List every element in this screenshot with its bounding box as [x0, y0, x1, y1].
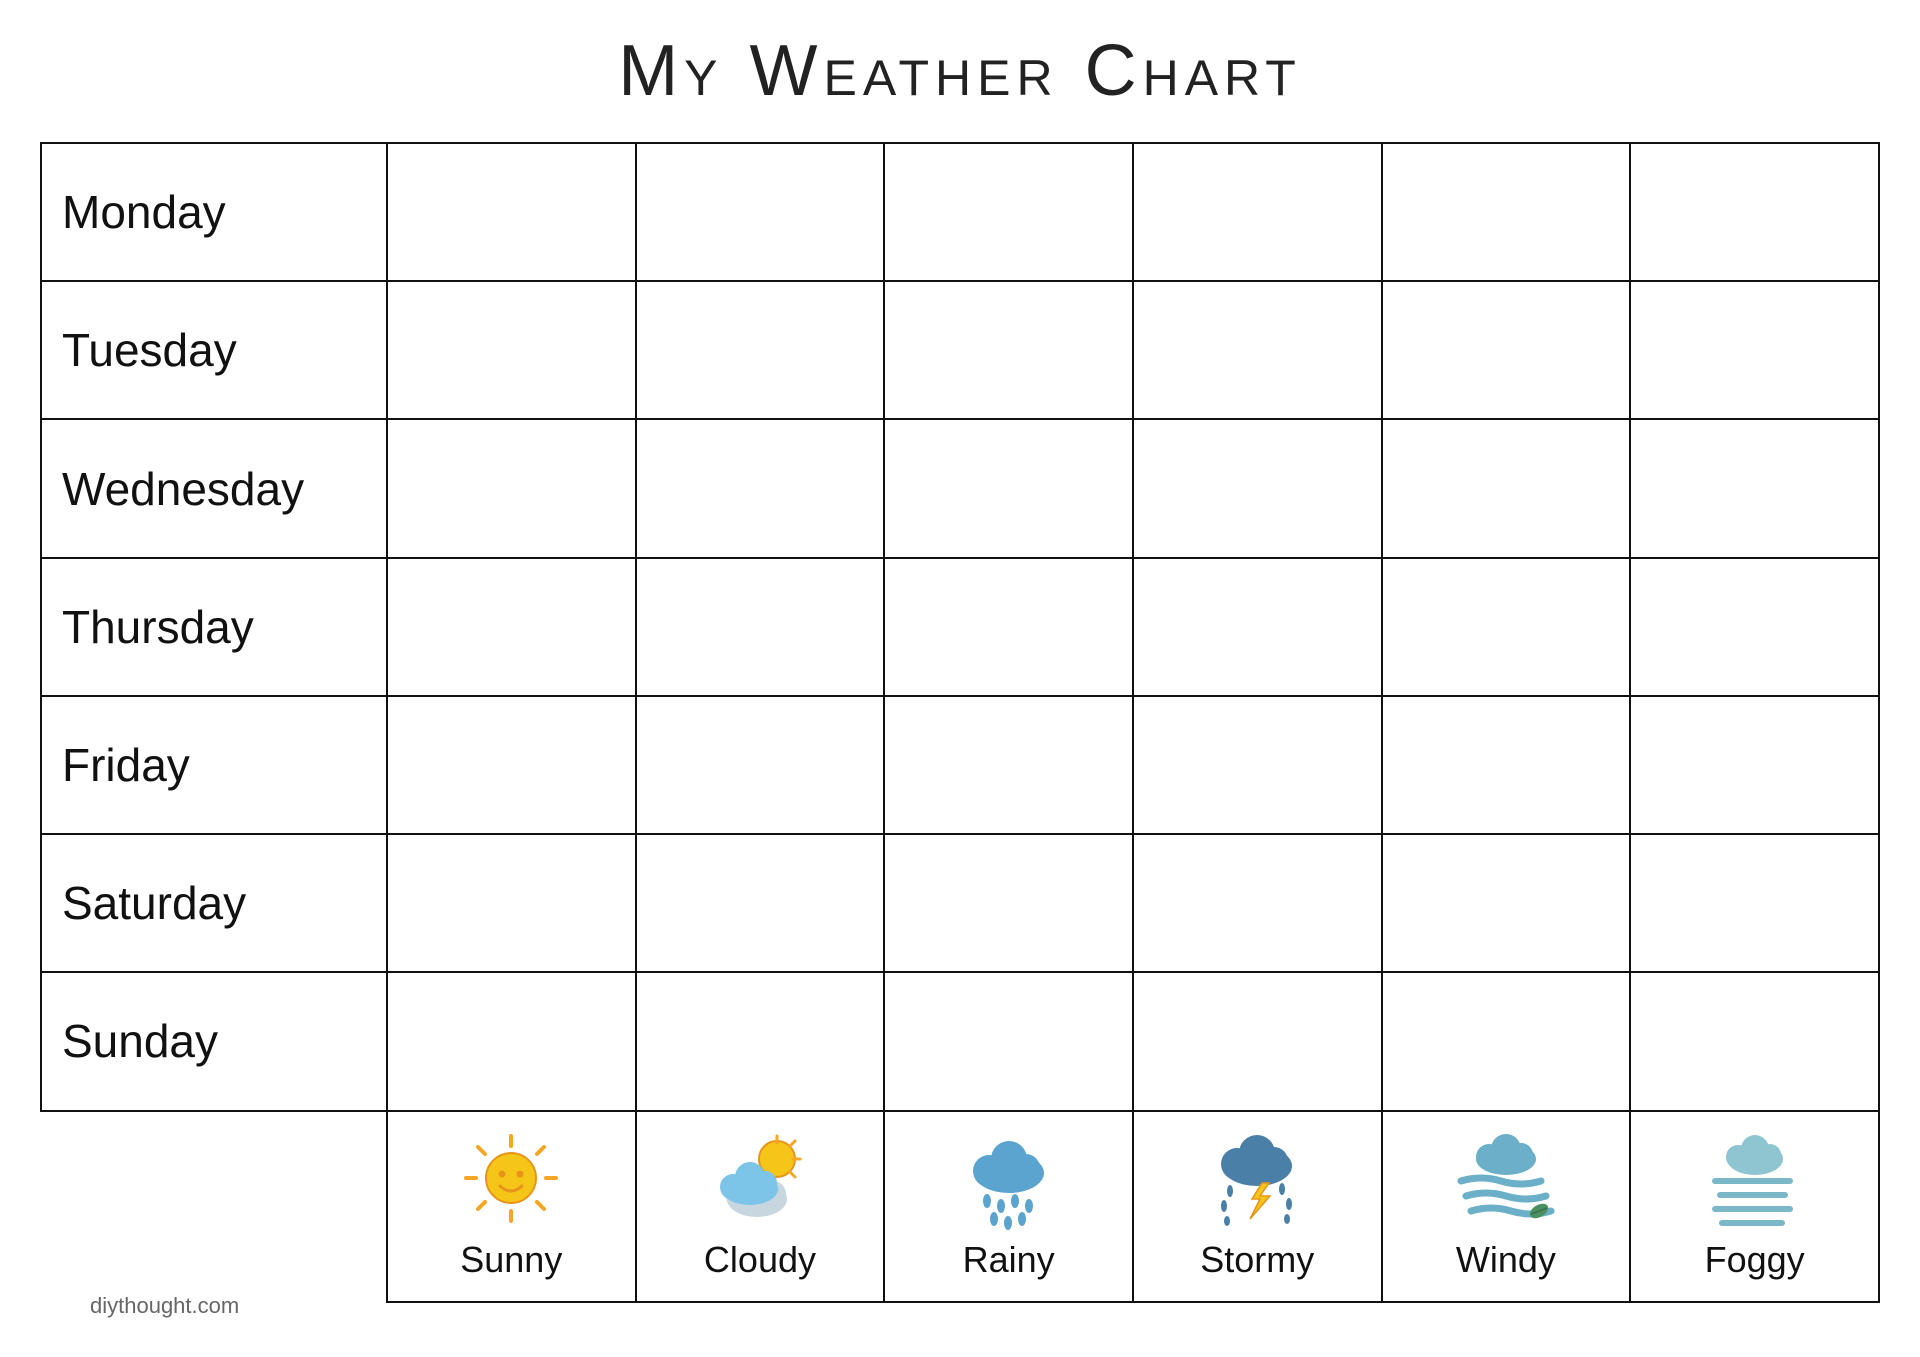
rainy-icon	[954, 1131, 1064, 1231]
thursday-cell-5	[1382, 558, 1631, 696]
tuesday-cell-6	[1630, 281, 1879, 419]
windy-icon-cell: Windy	[1382, 1111, 1631, 1302]
sunday-cell-4	[1133, 972, 1382, 1110]
sunday-cell-2	[636, 972, 885, 1110]
stormy-icon-wrapper: Stormy	[1134, 1112, 1381, 1301]
table-row: Thursday	[41, 558, 1879, 696]
day-sunday: Sunday	[41, 972, 387, 1110]
foggy-icon	[1700, 1131, 1810, 1231]
foggy-label: Foggy	[1705, 1239, 1805, 1281]
friday-cell-4	[1133, 696, 1382, 834]
wednesday-cell-2	[636, 419, 885, 557]
cloudy-icon	[705, 1131, 815, 1231]
cloudy-label: Cloudy	[704, 1239, 816, 1281]
friday-cell-5	[1382, 696, 1631, 834]
windy-icon-wrapper: Windy	[1383, 1112, 1630, 1301]
monday-cell-2	[636, 143, 885, 281]
day-tuesday: Tuesday	[41, 281, 387, 419]
tuesday-cell-1	[387, 281, 636, 419]
day-thursday: Thursday	[41, 558, 387, 696]
saturday-cell-1	[387, 834, 636, 972]
friday-cell-2	[636, 696, 885, 834]
table-row: Friday	[41, 696, 1879, 834]
monday-cell-6	[1630, 143, 1879, 281]
sunday-cell-1	[387, 972, 636, 1110]
stormy-label: Stormy	[1200, 1239, 1314, 1281]
sunny-label: Sunny	[460, 1239, 562, 1281]
foggy-icon-cell: Foggy	[1630, 1111, 1879, 1302]
saturday-cell-5	[1382, 834, 1631, 972]
table-row: Monday	[41, 143, 1879, 281]
thursday-cell-4	[1133, 558, 1382, 696]
day-wednesday: Wednesday	[41, 419, 387, 557]
table-row: Sunday	[41, 972, 1879, 1110]
tuesday-cell-4	[1133, 281, 1382, 419]
windy-icon	[1451, 1131, 1561, 1231]
saturday-cell-3	[884, 834, 1133, 972]
icon-row-empty-cell	[41, 1111, 387, 1302]
friday-cell-1	[387, 696, 636, 834]
friday-cell-6	[1630, 696, 1879, 834]
cloudy-icon-cell: Cloudy	[636, 1111, 885, 1302]
friday-cell-3	[884, 696, 1133, 834]
wednesday-cell-6	[1630, 419, 1879, 557]
weather-chart-table: Monday Tuesday Wednesday	[40, 142, 1880, 1303]
tuesday-cell-2	[636, 281, 885, 419]
saturday-cell-4	[1133, 834, 1382, 972]
watermark: diythought.com	[90, 1293, 239, 1319]
thursday-cell-3	[884, 558, 1133, 696]
sunny-icon-cell: Sunny	[387, 1111, 636, 1302]
rainy-icon-wrapper: Rainy	[885, 1112, 1132, 1301]
day-friday: Friday	[41, 696, 387, 834]
chart-wrapper: Monday Tuesday Wednesday	[40, 142, 1880, 1303]
wednesday-cell-1	[387, 419, 636, 557]
rainy-icon-cell: Rainy	[884, 1111, 1133, 1302]
windy-label: Windy	[1456, 1239, 1556, 1281]
wednesday-cell-3	[884, 419, 1133, 557]
sunday-cell-3	[884, 972, 1133, 1110]
saturday-cell-6	[1630, 834, 1879, 972]
foggy-icon-wrapper: Foggy	[1631, 1112, 1878, 1301]
table-row: Wednesday	[41, 419, 1879, 557]
day-saturday: Saturday	[41, 834, 387, 972]
monday-cell-1	[387, 143, 636, 281]
monday-cell-3	[884, 143, 1133, 281]
rainy-label: Rainy	[963, 1239, 1055, 1281]
wednesday-cell-5	[1382, 419, 1631, 557]
table-row: Tuesday	[41, 281, 1879, 419]
sunny-icon	[456, 1131, 566, 1231]
wednesday-cell-4	[1133, 419, 1382, 557]
day-monday: Monday	[41, 143, 387, 281]
icon-row: Sunny	[41, 1111, 1879, 1302]
monday-cell-5	[1382, 143, 1631, 281]
sunday-cell-5	[1382, 972, 1631, 1110]
sunny-icon-wrapper: Sunny	[388, 1112, 635, 1301]
cloudy-icon-wrapper: Cloudy	[637, 1112, 884, 1301]
sunday-cell-6	[1630, 972, 1879, 1110]
thursday-cell-6	[1630, 558, 1879, 696]
stormy-icon-cell: Stormy	[1133, 1111, 1382, 1302]
thursday-cell-2	[636, 558, 885, 696]
tuesday-cell-5	[1382, 281, 1631, 419]
thursday-cell-1	[387, 558, 636, 696]
page-container: My Weather Chart Monday Tuesday	[0, 0, 1920, 1357]
table-row: Saturday	[41, 834, 1879, 972]
tuesday-cell-3	[884, 281, 1133, 419]
page-title: My Weather Chart	[618, 30, 1302, 112]
stormy-icon	[1202, 1131, 1312, 1231]
saturday-cell-2	[636, 834, 885, 972]
monday-cell-4	[1133, 143, 1382, 281]
